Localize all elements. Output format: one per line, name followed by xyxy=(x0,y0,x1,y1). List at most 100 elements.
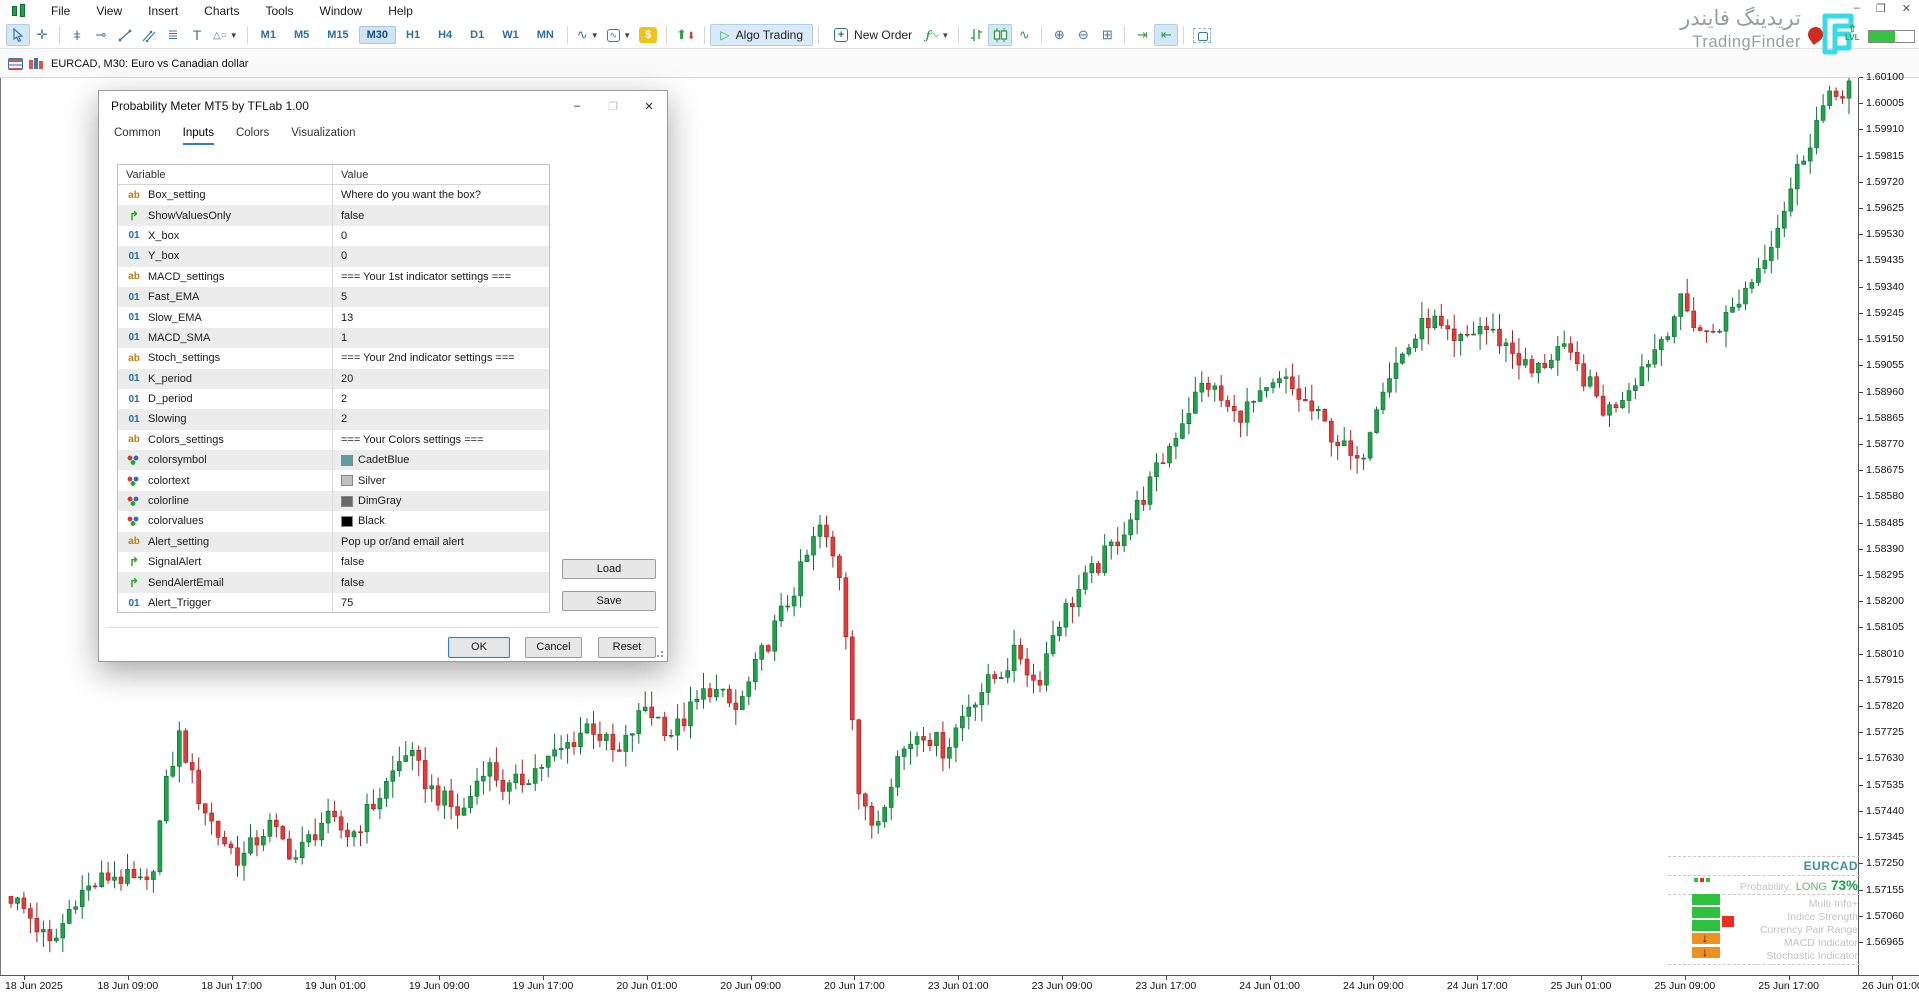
menu-item-help[interactable]: Help xyxy=(375,1,426,21)
table-row[interactable]: ↱ShowValuesOnlyfalse xyxy=(118,205,549,225)
table-row[interactable]: 01X_box0 xyxy=(118,226,549,246)
dialog-minimize-button[interactable]: – xyxy=(559,91,595,121)
tile-windows-button[interactable]: ⊞ xyxy=(1095,24,1119,46)
timeframe-button-d1[interactable]: D1 xyxy=(462,26,492,44)
dialog-close-button[interactable]: ✕ xyxy=(631,91,667,121)
timeframe-button-w1[interactable]: W1 xyxy=(494,26,527,44)
time-axis[interactable]: 18 Jun 202518 Jun 09:0018 Jun 17:0019 Ju… xyxy=(0,975,1919,996)
timeframe-button-h1[interactable]: H1 xyxy=(398,26,428,44)
menu-item-file[interactable]: File xyxy=(38,1,83,21)
menu-item-insert[interactable]: Insert xyxy=(135,1,191,21)
timeframe-button-h4[interactable]: H4 xyxy=(430,26,460,44)
tab-visualization[interactable]: Visualization xyxy=(291,127,355,145)
price-label: 1.58010 xyxy=(1866,648,1904,660)
timeframe-button-m30[interactable]: M30 xyxy=(359,26,396,44)
cancel-button[interactable]: Cancel xyxy=(525,637,582,658)
ok-button[interactable]: OK xyxy=(448,637,510,658)
menu-item-window[interactable]: Window xyxy=(307,1,376,21)
cursor-tool-button[interactable] xyxy=(6,24,30,46)
table-row[interactable]: abAlert_settingPop up or/and email alert xyxy=(118,532,549,552)
price-tick xyxy=(1859,523,1863,524)
table-row[interactable]: abStoch_settings=== Your 2nd indicator s… xyxy=(118,348,549,368)
table-row[interactable]: 01Slow_EMA13 xyxy=(118,307,549,327)
chart-bars-icon xyxy=(28,58,43,70)
vertical-line-tool-button[interactable]: ǂ xyxy=(65,24,89,46)
menu-item-charts[interactable]: Charts xyxy=(191,1,252,21)
save-button[interactable]: Save xyxy=(562,591,656,611)
timeframe-button-m15[interactable]: M15 xyxy=(319,26,356,44)
table-row[interactable]: 01Alert_Trigger75 xyxy=(118,593,549,613)
table-row[interactable]: 01Y_box0 xyxy=(118,246,549,266)
price-tick xyxy=(1859,706,1863,707)
channel-tool-button[interactable] xyxy=(137,24,161,46)
bar-chart-mode-button[interactable] xyxy=(964,24,988,46)
time-label: 19 Jun 09:00 xyxy=(409,980,470,992)
variable-name: Alert_setting xyxy=(148,536,209,548)
reset-button[interactable]: Reset xyxy=(598,637,656,658)
ab-type-icon: ab xyxy=(126,434,142,445)
num-type-icon: 01 xyxy=(126,312,142,323)
price-label: 1.58770 xyxy=(1866,438,1904,450)
num-type-icon: 01 xyxy=(126,292,142,303)
line-chart-mode-button[interactable]: ∿ xyxy=(1012,24,1036,46)
zoom-in-button[interactable]: ⊕ xyxy=(1047,24,1071,46)
panel-symbol: EURCAD xyxy=(1804,859,1858,873)
chart-shift-button[interactable]: ⇥ xyxy=(1130,24,1154,46)
candle-chart-mode-button[interactable] xyxy=(988,24,1012,46)
rgb-type-icon xyxy=(126,516,142,526)
price-tick xyxy=(1859,811,1863,812)
table-row[interactable]: colorlineDimGray xyxy=(118,491,549,511)
time-label: 19 Jun 17:00 xyxy=(513,980,574,992)
timeframe-button-m5[interactable]: M5 xyxy=(286,26,317,44)
table-row[interactable]: abColors_settings=== Your Colors setting… xyxy=(118,430,549,450)
indicators-button[interactable]: 𝆑∿▼ xyxy=(922,24,953,46)
deposit-button[interactable]: $ xyxy=(635,24,661,46)
inputs-table[interactable]: VariableValueabBox_settingWhere do you w… xyxy=(117,164,550,613)
table-row[interactable]: ↱SignalAlertfalse xyxy=(118,552,549,572)
price-label: 1.57250 xyxy=(1866,857,1904,869)
auto-scroll-button[interactable]: ⇤ xyxy=(1154,24,1178,46)
resize-grip[interactable] xyxy=(656,650,664,658)
table-row[interactable]: colorvaluesBlack xyxy=(118,511,549,531)
menu-item-tools[interactable]: Tools xyxy=(253,1,307,21)
tab-inputs[interactable]: Inputs xyxy=(183,127,214,145)
table-row[interactable]: abBox_settingWhere do you want the box? xyxy=(118,185,549,205)
crosshair-tool-button[interactable]: ✛ xyxy=(30,24,54,46)
fibonacci-tool-button[interactable]: ≣ xyxy=(161,24,185,46)
price-axis[interactable]: 1.601001.600051.599101.598151.597201.596… xyxy=(1858,78,1919,975)
table-row[interactable]: 01Fast_EMA5 xyxy=(118,287,549,307)
table-row[interactable]: 01Slowing2 xyxy=(118,409,549,429)
market-watch-button[interactable]: ∿▼ xyxy=(603,24,635,46)
chart-style-button[interactable]: ∿▼ xyxy=(573,24,603,46)
trendline-tool-button[interactable] xyxy=(113,24,137,46)
table-row[interactable]: 01D_period2 xyxy=(118,389,549,409)
table-row[interactable]: 01MACD_SMA1 xyxy=(118,328,549,348)
timeframe-button-m1[interactable]: M1 xyxy=(253,26,284,44)
buy-sell-arrows-button[interactable]: ⬆⬇ xyxy=(672,24,699,46)
rgb-type-icon xyxy=(126,476,142,486)
algo-trading-button[interactable]: ▷ Algo Trading xyxy=(710,24,813,46)
dialog-maximize-button[interactable]: ❐ xyxy=(595,91,631,121)
tab-colors[interactable]: Colors xyxy=(236,127,269,145)
load-button[interactable]: Load xyxy=(562,559,656,579)
shapes-tool-button[interactable]: △○▼ xyxy=(209,24,242,46)
tab-common[interactable]: Common xyxy=(114,127,161,145)
time-label: 23 Jun 01:00 xyxy=(928,980,989,992)
restore-button[interactable]: ❐ xyxy=(1876,2,1886,15)
zoom-out-button[interactable]: ⊖ xyxy=(1071,24,1095,46)
new-order-button[interactable]: + New Order xyxy=(824,24,922,46)
screenshot-button[interactable] xyxy=(1189,24,1215,46)
menu-item-view[interactable]: View xyxy=(83,1,135,21)
table-row[interactable]: 01K_period20 xyxy=(118,369,549,389)
text-icon: T xyxy=(193,27,202,43)
close-button[interactable]: ✕ xyxy=(1902,2,1911,15)
text-tool-button[interactable]: T xyxy=(185,24,209,46)
horizontal-line-tool-button[interactable]: ⊸ xyxy=(89,24,113,46)
table-row[interactable]: ↱SendAlertEmailfalse xyxy=(118,572,549,592)
timeframe-button-mn[interactable]: MN xyxy=(529,26,562,44)
table-row[interactable]: abMACD_settings=== Your 1st indicator se… xyxy=(118,267,549,287)
table-row[interactable]: colortextSilver xyxy=(118,470,549,490)
num-type-icon: 01 xyxy=(126,251,142,262)
variable-value: Black xyxy=(358,515,385,527)
table-row[interactable]: colorsymbolCadetBlue xyxy=(118,450,549,470)
